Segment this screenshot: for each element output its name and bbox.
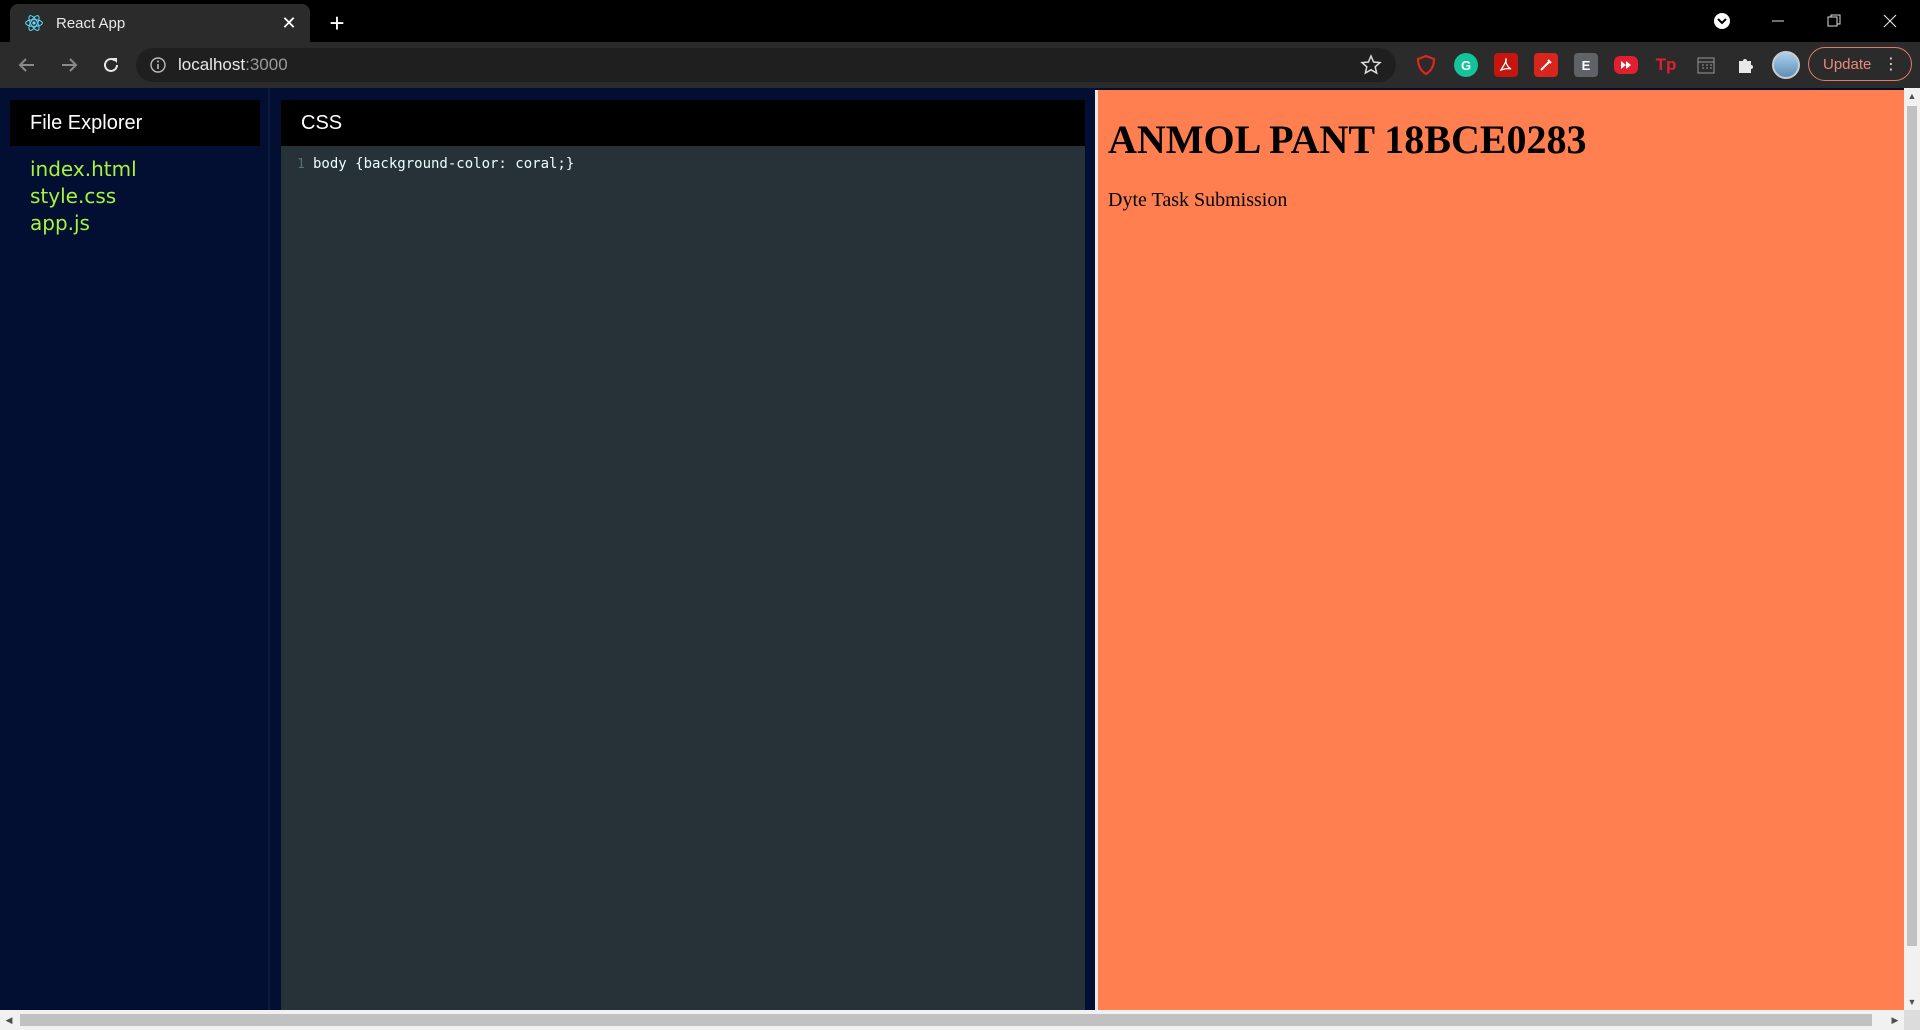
horizontal-scroll-thumb[interactable] [20,1014,1872,1026]
url-host: localhost [178,55,246,74]
bookmark-star-icon[interactable] [1360,54,1382,76]
browser-tabstrip: React App ✕ + [0,0,1920,42]
profile-avatar-icon[interactable] [1772,51,1800,79]
update-label: Update [1823,55,1872,73]
puzzle-icon[interactable] [1734,53,1758,77]
file-item-index-html[interactable]: index.html [30,156,137,183]
preview-paragraph: Dyte Task Submission [1108,189,1288,211]
ublock-icon[interactable] [1414,53,1438,77]
scrollbar-corner [1904,1010,1920,1030]
site-info-icon[interactable] [150,57,166,73]
tab-search-icon[interactable] [1694,0,1750,42]
browser-tab[interactable]: React App ✕ [10,4,310,42]
video-icon[interactable] [1614,56,1638,74]
acrobat-icon[interactable] [1494,53,1518,77]
e-extension-icon[interactable]: E [1574,53,1598,77]
scroll-right-icon[interactable]: ▶ [1886,1010,1904,1030]
file-list: index.html style.css app.js [30,156,137,237]
menu-kebab-icon[interactable]: ⋮ [1883,54,1899,74]
new-tab-button[interactable]: + [322,8,352,38]
code-text[interactable]: body {background-color: coral;} [313,156,574,172]
file-item-app-js[interactable]: app.js [30,210,137,237]
grammarly-icon[interactable]: G [1454,53,1478,77]
calendar-icon[interactable] [1694,53,1718,77]
url-port: :3000 [245,55,288,74]
vertical-scroll-thumb[interactable] [1907,106,1917,946]
address-bar[interactable]: localhost:3000 [136,48,1396,82]
restore-icon[interactable] [1806,0,1862,42]
react-icon [25,15,43,31]
explorer-header: File Explorer [10,100,260,146]
file-explorer: File Explorer index.html style.css app.j… [0,88,270,1010]
pen-icon[interactable] [1534,53,1558,77]
reload-icon[interactable] [92,46,130,84]
close-window-icon[interactable] [1862,0,1918,42]
scroll-down-icon[interactable]: ▼ [1904,994,1920,1010]
horizontal-scrollbar[interactable]: ◀ ▶ [0,1010,1904,1030]
line-number: 1 [297,156,305,172]
url-text[interactable]: localhost:3000 [178,55,288,75]
close-tab-icon[interactable]: ✕ [278,12,300,34]
tp-icon[interactable]: Tp [1654,53,1678,77]
forward-icon[interactable] [50,46,88,84]
file-item-style-css[interactable]: style.css [30,183,137,210]
browser-toolbar: localhost:3000 G E Tp Update ⋮ [0,42,1920,88]
editor-header: CSS [281,100,1085,146]
app-root: File Explorer index.html style.css app.j… [0,88,1904,1010]
code-editor-panel[interactable]: CSS 1 body {background-color: coral;} [281,100,1085,1010]
update-button[interactable]: Update ⋮ [1808,47,1912,81]
code-line[interactable]: 1 body {background-color: coral;} [281,154,1085,174]
preview-frame: ANMOL PANT 18BCE0283 Dyte Task Submissio… [1095,90,1904,1010]
back-icon[interactable] [8,46,46,84]
preview-heading: ANMOL PANT 18BCE0283 [1108,117,1587,162]
scroll-up-icon[interactable]: ▲ [1904,88,1920,104]
tab-title: React App [56,14,126,32]
minimize-icon[interactable] [1750,0,1806,42]
vertical-scrollbar[interactable]: ▲ ▼ [1904,88,1920,1010]
scroll-left-icon[interactable]: ◀ [0,1010,18,1030]
